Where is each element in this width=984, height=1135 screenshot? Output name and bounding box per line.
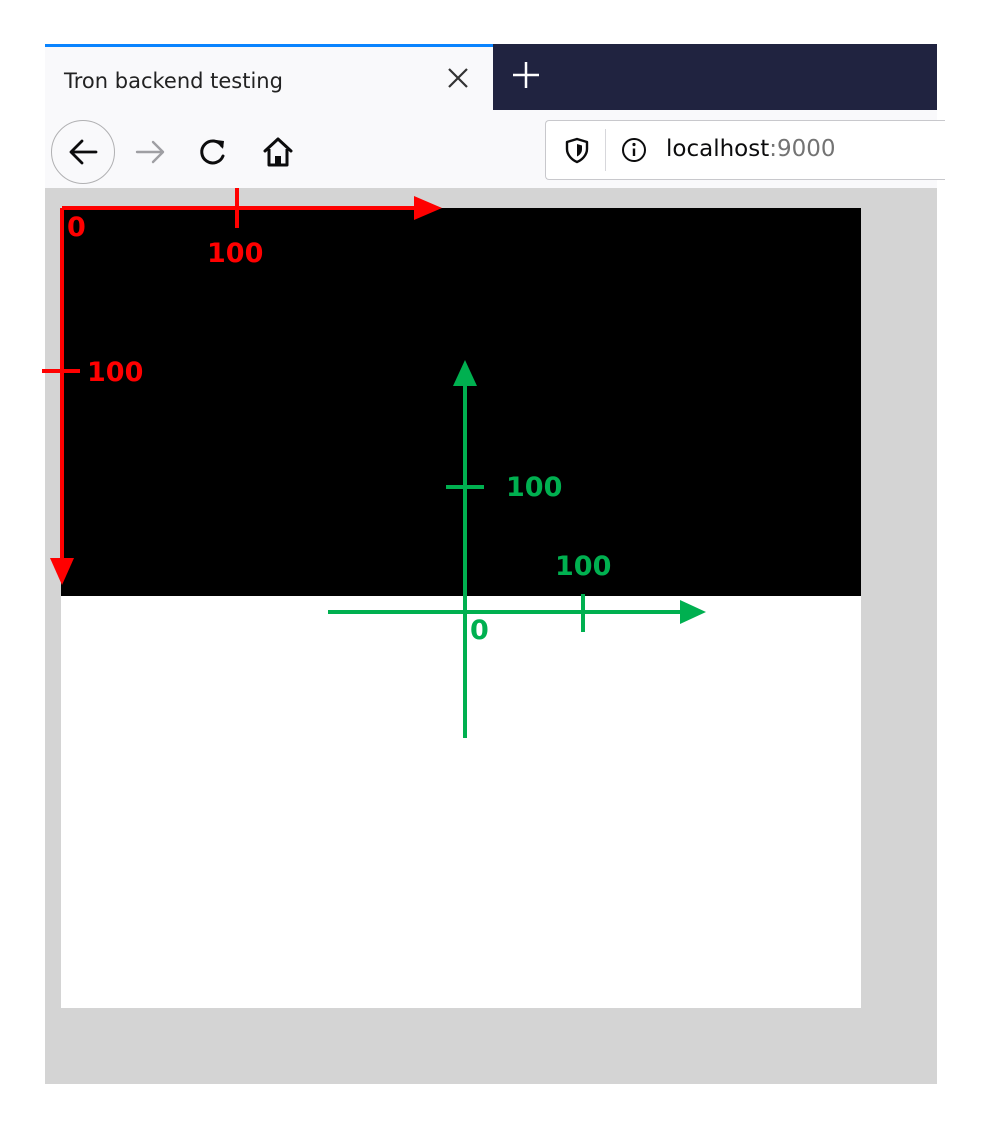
page-viewport — [45, 188, 937, 1084]
render-canvas[interactable] — [61, 208, 861, 1008]
new-tab-button[interactable] — [511, 60, 541, 90]
arrow-left-icon — [69, 139, 98, 165]
tab-active[interactable]: Tron backend testing — [45, 44, 493, 110]
urlbar-separator — [605, 129, 606, 171]
back-button[interactable] — [51, 120, 115, 184]
arrow-right-icon — [135, 140, 165, 164]
close-icon[interactable] — [445, 65, 471, 91]
navigation-toolbar: localhost:9000 — [45, 110, 945, 188]
canvas-black-region — [61, 208, 861, 596]
url-text[interactable]: localhost:9000 — [666, 136, 836, 162]
browser-window: Tron backend testing localhost:9000 — [45, 44, 945, 1084]
reload-icon — [200, 139, 225, 165]
url-bar[interactable]: localhost:9000 — [545, 120, 945, 180]
info-icon[interactable] — [619, 135, 649, 165]
home-button[interactable] — [260, 134, 296, 170]
tab-bar: Tron backend testing — [45, 44, 937, 110]
url-host: localhost — [666, 136, 770, 162]
home-icon — [263, 137, 293, 167]
forward-button[interactable] — [133, 134, 169, 170]
reload-button[interactable] — [195, 134, 231, 170]
shield-icon[interactable] — [563, 136, 591, 164]
url-port: :9000 — [769, 136, 836, 162]
tab-title: Tron backend testing — [64, 69, 283, 93]
